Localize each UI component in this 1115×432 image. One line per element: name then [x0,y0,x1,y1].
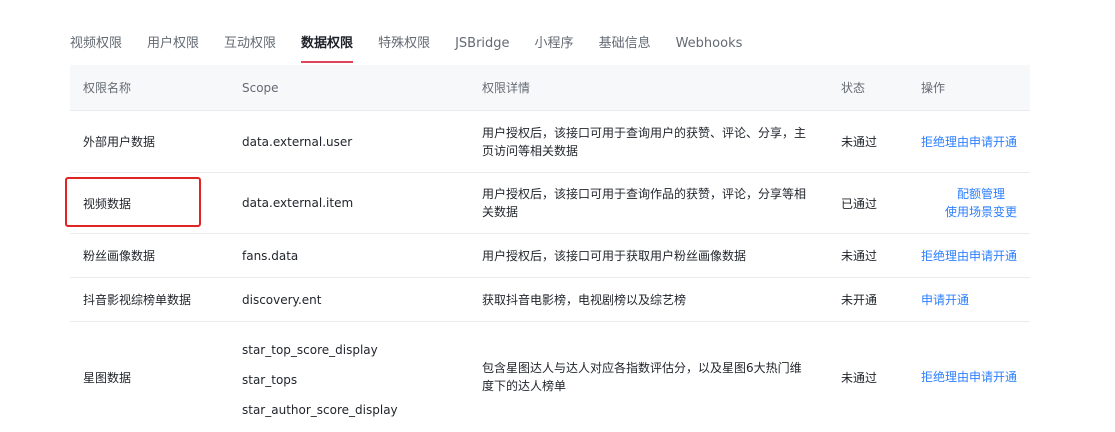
status-text: 未开通 [841,293,878,307]
permission-scope-list: star_top_score_display star_tops star_au… [242,322,472,432]
status-text: 未通过 [841,135,878,149]
header-detail: 权限详情 [482,80,531,95]
apply-link[interactable]: 申请开通 [969,133,1017,151]
status-text: 未通过 [841,370,878,385]
highlight-box [65,177,201,227]
table-row: 星图数据 star_top_score_display star_tops st… [70,322,1030,432]
status-text: 未通过 [841,249,878,263]
permission-scope: data.external.item [242,196,354,210]
change-usage-scenario-link[interactable]: 使用场景变更 [945,203,1017,221]
table-row: 外部用户数据 data.external.user 用户授权后，该接口可用于查询… [70,111,1030,173]
quota-management-link[interactable]: 配额管理 [957,185,1005,203]
ops-cell: 拒绝理由 申请开通 [921,234,1041,277]
permission-scope: star_author_score_display [242,403,398,417]
table-header: 权限名称 Scope 权限详情 状态 操作 [70,65,1030,111]
reject-reason-link[interactable]: 拒绝理由 [921,247,969,265]
tab-video-permission[interactable]: 视频权限 [70,27,122,63]
reject-reason-link[interactable]: 拒绝理由 [921,133,969,151]
permission-detail: 用户授权后，该接口可用于查询用户的获赞、评论、分享，主页访问等相关数据 [482,125,807,158]
table-row: 粉丝画像数据 fans.data 用户授权后，该接口可用于获取用户粉丝画像数据 … [70,234,1030,278]
permission-detail: 用户授权后，该接口可用于查询作品的获赞，评论，分享等相关数据 [482,187,807,219]
permission-scope: fans.data [242,248,299,263]
apply-link[interactable]: 申请开通 [921,291,969,309]
ops-cell: 申请开通 [921,278,1041,321]
ops-cell: 拒绝理由 申请开通 [921,111,1041,172]
tab-interaction-permission[interactable]: 互动权限 [224,27,276,63]
apply-link[interactable]: 申请开通 [969,368,1017,386]
table-row: 抖音影视综榜单数据 discovery.ent 获取抖音电影榜，电视剧榜以及综艺… [70,278,1030,322]
tab-data-permission[interactable]: 数据权限 [301,27,354,63]
permission-scope: star_tops [242,373,298,387]
permission-name: 外部用户数据 [83,135,156,149]
permission-name: 星图数据 [83,370,132,385]
reject-reason-link[interactable]: 拒绝理由 [921,368,969,386]
header-ops: 操作 [921,81,946,95]
status-text: 已通过 [841,196,878,211]
header-name: 权限名称 [83,81,132,95]
tab-basic-info[interactable]: 基础信息 [599,27,651,63]
header-status: 状态 [841,81,866,95]
permission-scope: star_top_score_display [242,343,378,357]
permission-scope: discovery.ent [242,292,322,307]
tab-user-permission[interactable]: 用户权限 [147,27,199,63]
permission-tabs: 视频权限 用户权限 互动权限 数据权限 特殊权限 JSBridge 小程序 基础… [70,27,767,63]
tab-webhooks[interactable]: Webhooks [676,27,743,63]
table-row: 视频数据 data.external.item 用户授权后，该接口可用于查询作品… [70,173,1030,234]
permission-scope: data.external.user [242,134,353,149]
permission-detail: 用户授权后，该接口可用于获取用户粉丝画像数据 [482,248,747,263]
permission-detail: 包含星图达人与达人对应各指数评估分，以及星图6大热门维度下的达人榜单 [482,361,802,393]
permission-name: 粉丝画像数据 [83,249,156,263]
tab-special-permission[interactable]: 特殊权限 [378,27,430,63]
tab-jsbridge[interactable]: JSBridge [455,27,509,63]
permission-name: 抖音影视综榜单数据 [83,293,192,307]
permission-detail: 获取抖音电影榜，电视剧榜以及综艺榜 [482,292,687,307]
tab-mini-program[interactable]: 小程序 [535,27,574,63]
header-scope: Scope [242,80,279,95]
apply-link[interactable]: 申请开通 [969,247,1017,265]
ops-cell: 拒绝理由 申请开通 [921,322,1041,432]
ops-cell: 配额管理 使用场景变更 [921,173,1041,233]
permissions-table: 权限名称 Scope 权限详情 状态 操作 外部用户数据 data.extern… [70,65,1030,432]
